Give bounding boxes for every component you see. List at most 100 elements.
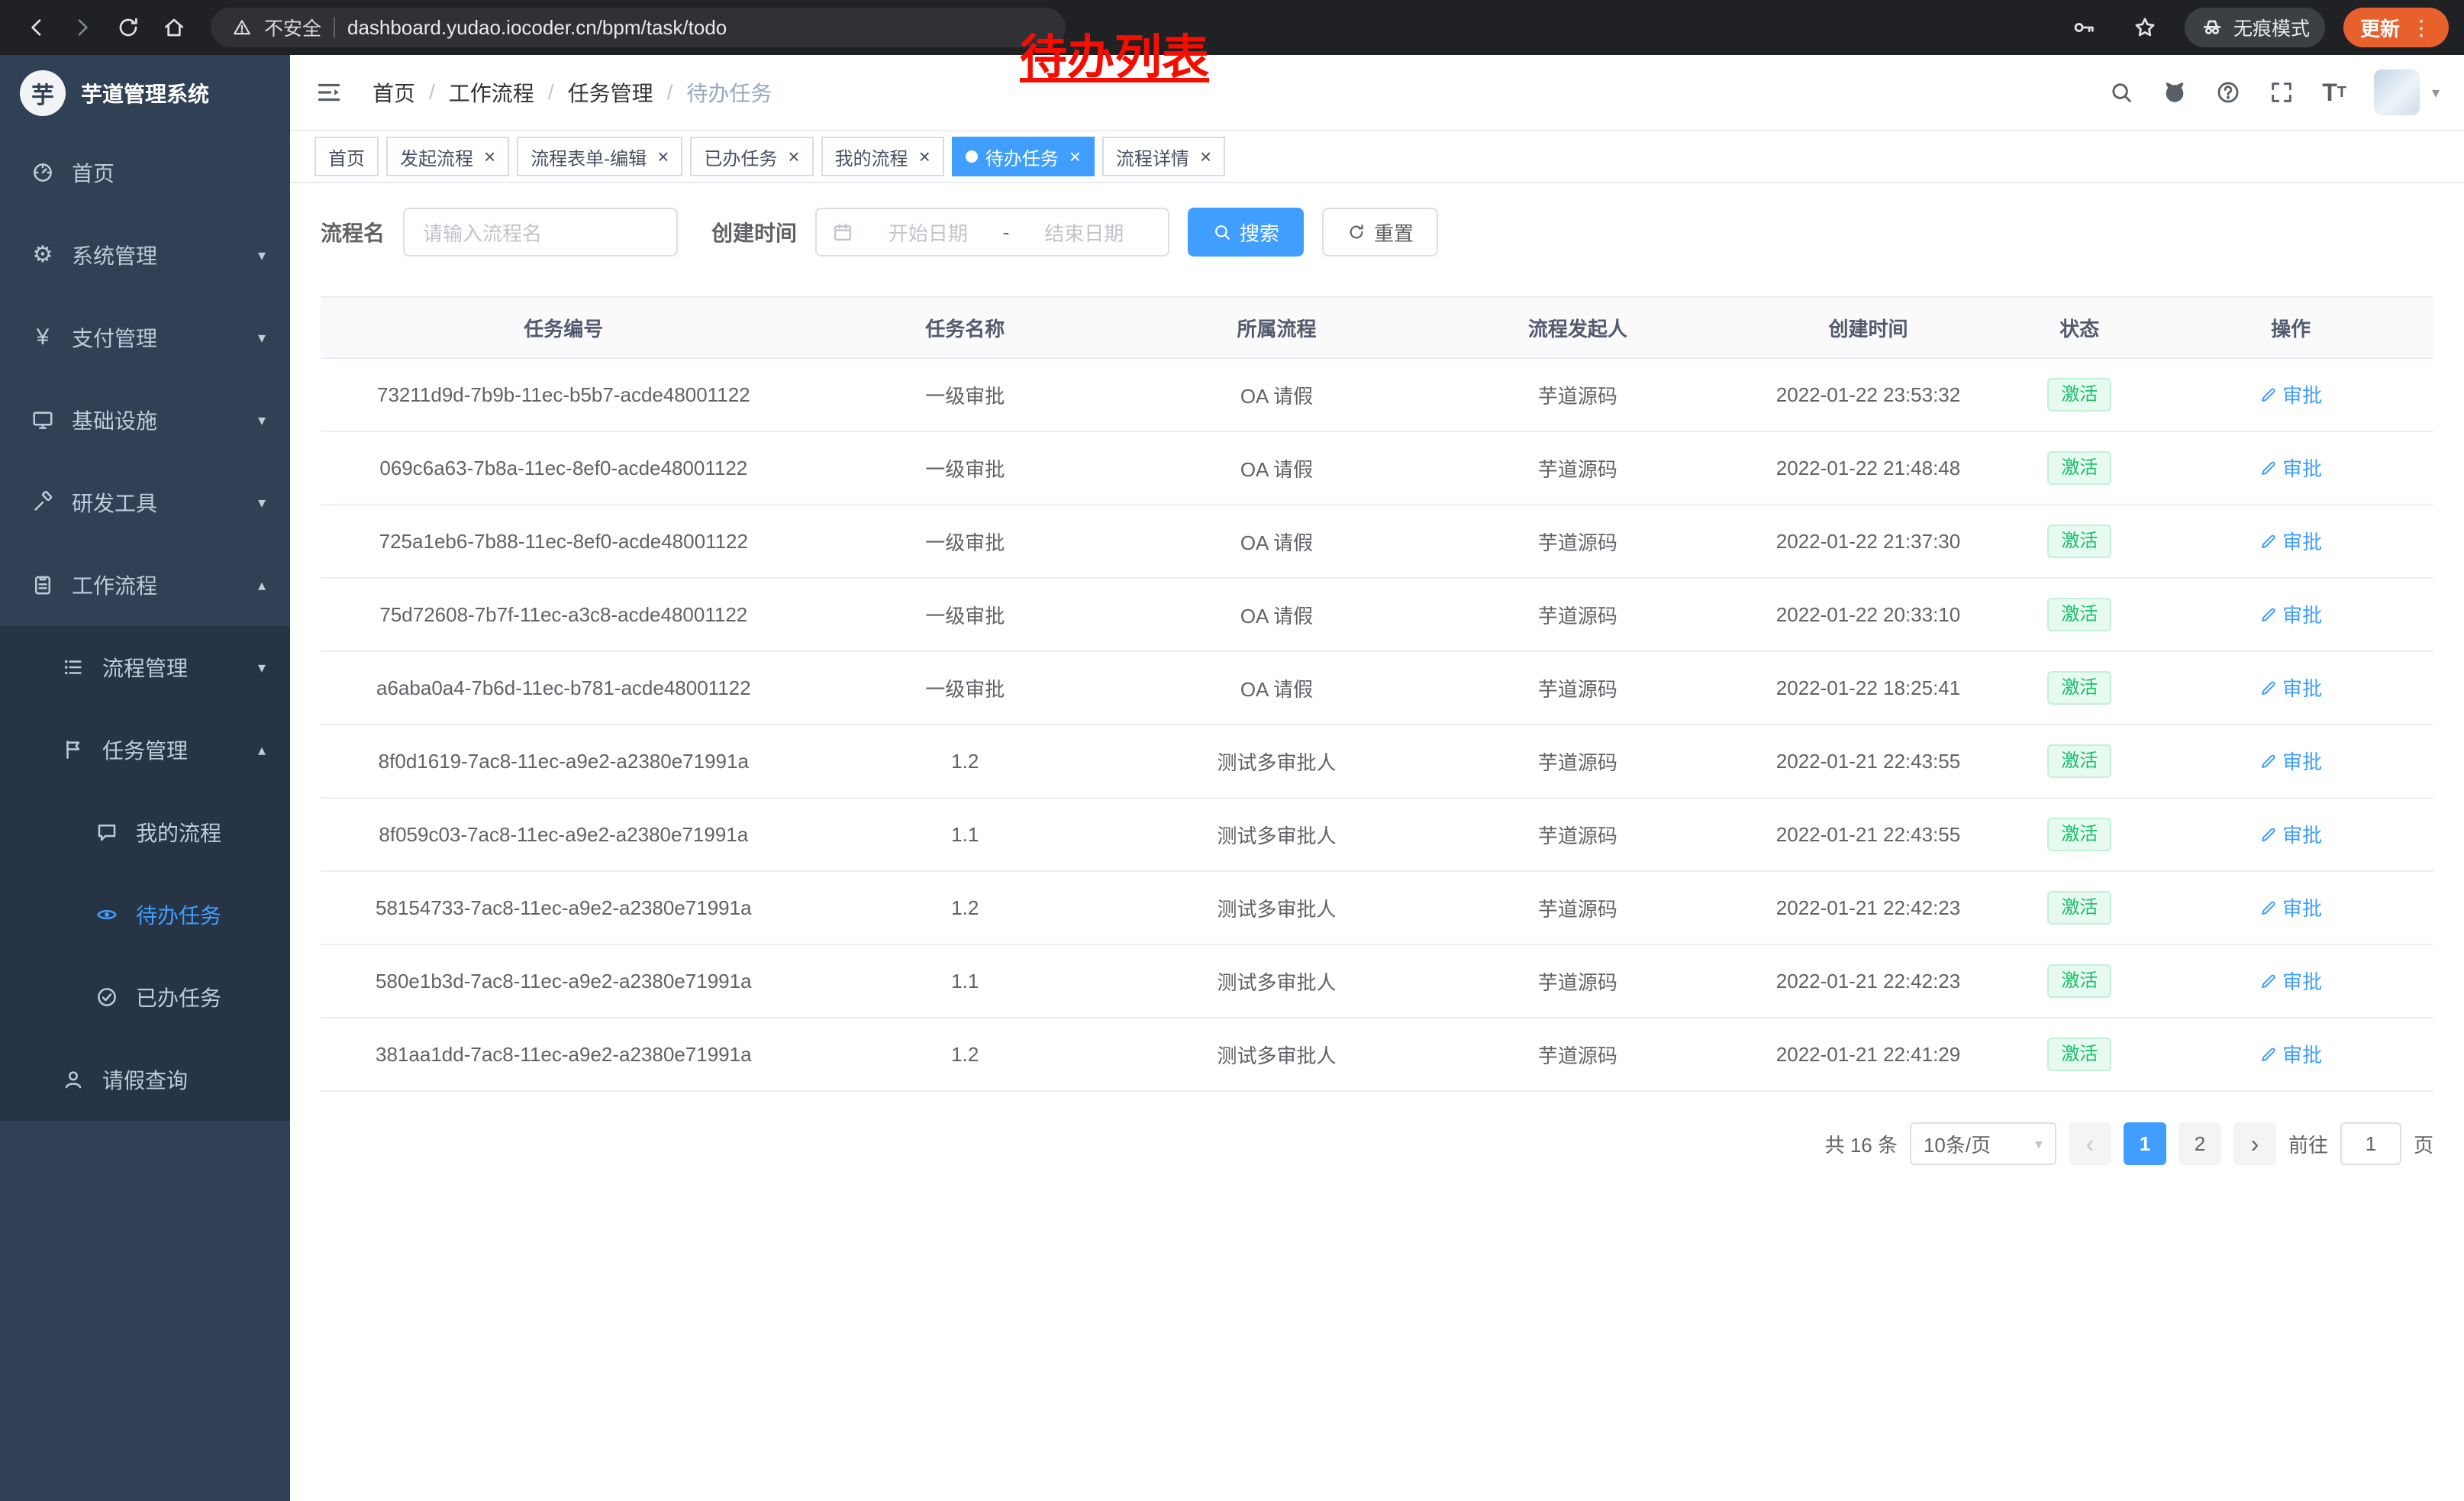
table-row: 73211d9d-7b9b-11ec-b5b7-acde48001122一级审批… <box>321 358 2433 431</box>
next-page-button[interactable]: › <box>2233 1122 2276 1165</box>
sidebar-item-process-mgmt[interactable]: 流程管理▾ <box>0 626 290 709</box>
tab-item[interactable]: 待办任务× <box>952 137 1095 176</box>
sidebar-item-payment[interactable]: ¥支付管理▾ <box>0 296 290 379</box>
page-size-select[interactable]: 10条/页 ▾ <box>1910 1122 2056 1165</box>
cell-process: 测试多审批人 <box>1124 944 1430 1018</box>
avatar-caret-icon[interactable]: ▾ <box>2432 83 2440 102</box>
approve-link[interactable]: 审批 <box>2259 747 2322 775</box>
approve-link[interactable]: 审批 <box>2259 600 2322 628</box>
total-count: 共 16 条 <box>1825 1130 1898 1158</box>
pager-pages: 12 <box>2124 1122 2221 1165</box>
breadcrumb-item[interactable]: 任务管理 <box>568 77 653 108</box>
approve-link[interactable]: 审批 <box>2259 527 2322 555</box>
forward-icon[interactable] <box>61 6 104 49</box>
cell-task-name: 一级审批 <box>807 578 1124 651</box>
cell-initiator: 芋道源码 <box>1430 578 1726 651</box>
tab-item[interactable]: 发起流程× <box>386 137 509 176</box>
tab-item[interactable]: 我的流程× <box>821 137 944 176</box>
status-badge: 激活 <box>2047 891 2111 924</box>
browser-home-icon[interactable] <box>153 6 195 49</box>
cell-created: 2022-01-22 21:37:30 <box>1726 505 2011 578</box>
key-icon[interactable] <box>2062 6 2105 49</box>
cell-process: OA 请假 <box>1124 578 1430 651</box>
font-size-icon[interactable]: TT <box>2322 79 2346 107</box>
back-icon[interactable] <box>15 6 58 49</box>
tab-item[interactable]: 首页 <box>314 137 379 176</box>
address-bar[interactable]: 不安全 dashboard.yudao.iocoder.cn/bpm/task/… <box>211 8 1066 47</box>
page-button-1[interactable]: 1 <box>2124 1122 2166 1165</box>
tab-item[interactable]: 流程表单-编辑× <box>517 137 682 176</box>
tab-item[interactable]: 已办任务× <box>690 137 813 176</box>
dashboard-icon <box>31 161 55 184</box>
tab-item[interactable]: 流程详情× <box>1102 137 1225 176</box>
sidebar-item-workflow[interactable]: 工作流程▴ <box>0 544 290 626</box>
close-icon[interactable]: × <box>657 147 669 166</box>
search-icon[interactable] <box>2108 79 2134 105</box>
col-process: 所属流程 <box>1124 297 1430 358</box>
approve-link[interactable]: 审批 <box>2259 967 2322 995</box>
search-button[interactable]: 搜索 <box>1188 208 1304 257</box>
table-row: 381aa1dd-7ac8-11ec-a9e2-a2380e71991a1.2测… <box>321 1018 2433 1091</box>
status-badge: 激活 <box>2047 525 2111 557</box>
sidebar-item-dev-tools[interactable]: 研发工具▾ <box>0 461 290 544</box>
sidebar-item-todo-task[interactable]: 待办任务 <box>0 873 290 956</box>
sidebar-item-done-task[interactable]: 已办任务 <box>0 956 290 1038</box>
close-icon[interactable]: × <box>1069 147 1081 166</box>
close-icon[interactable]: × <box>788 147 799 166</box>
edit-icon <box>2259 1045 2278 1064</box>
close-icon[interactable]: × <box>484 147 495 166</box>
approve-link[interactable]: 审批 <box>2259 454 2322 482</box>
avatar[interactable] <box>2374 69 2420 115</box>
date-range-input[interactable]: 开始日期 - 结束日期 <box>815 208 1169 257</box>
sidebar-item-leave-query[interactable]: 请假查询 <box>0 1038 290 1121</box>
process-name-input[interactable]: 请输入流程名 <box>403 208 678 257</box>
update-button[interactable]: 更新 ⋮ <box>2343 8 2449 47</box>
top-navbar: 首页/工作流程/任务管理/待办任务 TT ▾ <box>290 55 2464 131</box>
goto-page-input[interactable]: 1 <box>2340 1122 2401 1165</box>
sidebar-item-my-process[interactable]: 我的流程 <box>0 791 290 873</box>
breadcrumb-item[interactable]: 工作流程 <box>449 77 534 108</box>
sidebar-item-system[interactable]: ⚙系统管理▾ <box>0 214 290 296</box>
cell-created: 2022-01-22 23:53:32 <box>1726 358 2011 431</box>
calendar-icon <box>832 221 853 243</box>
sidebar-item-infrastructure[interactable]: 基础设施▾ <box>0 379 290 461</box>
cell-initiator: 芋道源码 <box>1430 944 1726 1018</box>
kebab-menu-icon[interactable]: ⋮ <box>2411 15 2432 40</box>
cell-process: OA 请假 <box>1124 431 1430 505</box>
prev-page-button[interactable]: ‹ <box>2069 1122 2111 1165</box>
cell-initiator: 芋道源码 <box>1430 358 1726 431</box>
tasks-icon <box>61 738 85 761</box>
help-icon[interactable] <box>2215 79 2241 105</box>
gear-icon: ⚙ <box>31 244 55 266</box>
table-row: 8f0d1619-7ac8-11ec-a9e2-a2380e71991a1.2测… <box>321 725 2433 798</box>
page-suffix-label: 页 <box>2414 1130 2433 1158</box>
approve-link[interactable]: 审批 <box>2259 673 2322 702</box>
cell-initiator: 芋道源码 <box>1430 798 1726 871</box>
fullscreen-icon[interactable] <box>2269 79 2295 105</box>
cell-task-name: 一级审批 <box>807 505 1124 578</box>
bookmark-star-icon[interactable] <box>2124 6 2166 49</box>
refresh-icon <box>1346 222 1366 242</box>
sidebar-item-task-mgmt[interactable]: 任务管理▴ <box>0 709 290 791</box>
approve-link[interactable]: 审批 <box>2259 893 2322 922</box>
status-badge: 激活 <box>2047 378 2111 411</box>
cell-process: 测试多审批人 <box>1124 871 1430 944</box>
page-button-2[interactable]: 2 <box>2179 1122 2221 1165</box>
security-label: 不安全 <box>264 14 321 41</box>
warning-icon <box>232 18 252 37</box>
breadcrumb-item[interactable]: 首页 <box>373 77 415 108</box>
sidebar-item-home[interactable]: 首页 <box>0 131 290 214</box>
cell-process: 测试多审批人 <box>1124 1018 1430 1091</box>
github-icon[interactable] <box>2162 79 2188 105</box>
reload-icon[interactable] <box>107 6 150 49</box>
close-icon[interactable]: × <box>1200 147 1211 166</box>
col-task-name: 任务名称 <box>807 297 1124 358</box>
approve-link[interactable]: 审批 <box>2259 820 2322 848</box>
close-icon[interactable]: × <box>919 147 930 166</box>
approve-link[interactable]: 审批 <box>2259 1040 2322 1068</box>
cell-task-name: 1.2 <box>807 725 1124 798</box>
cell-task-id: 8f059c03-7ac8-11ec-a9e2-a2380e71991a <box>321 798 807 871</box>
approve-link[interactable]: 审批 <box>2259 380 2322 408</box>
sidebar-collapse-icon[interactable] <box>314 76 348 109</box>
reset-button[interactable]: 重置 <box>1322 208 1438 257</box>
